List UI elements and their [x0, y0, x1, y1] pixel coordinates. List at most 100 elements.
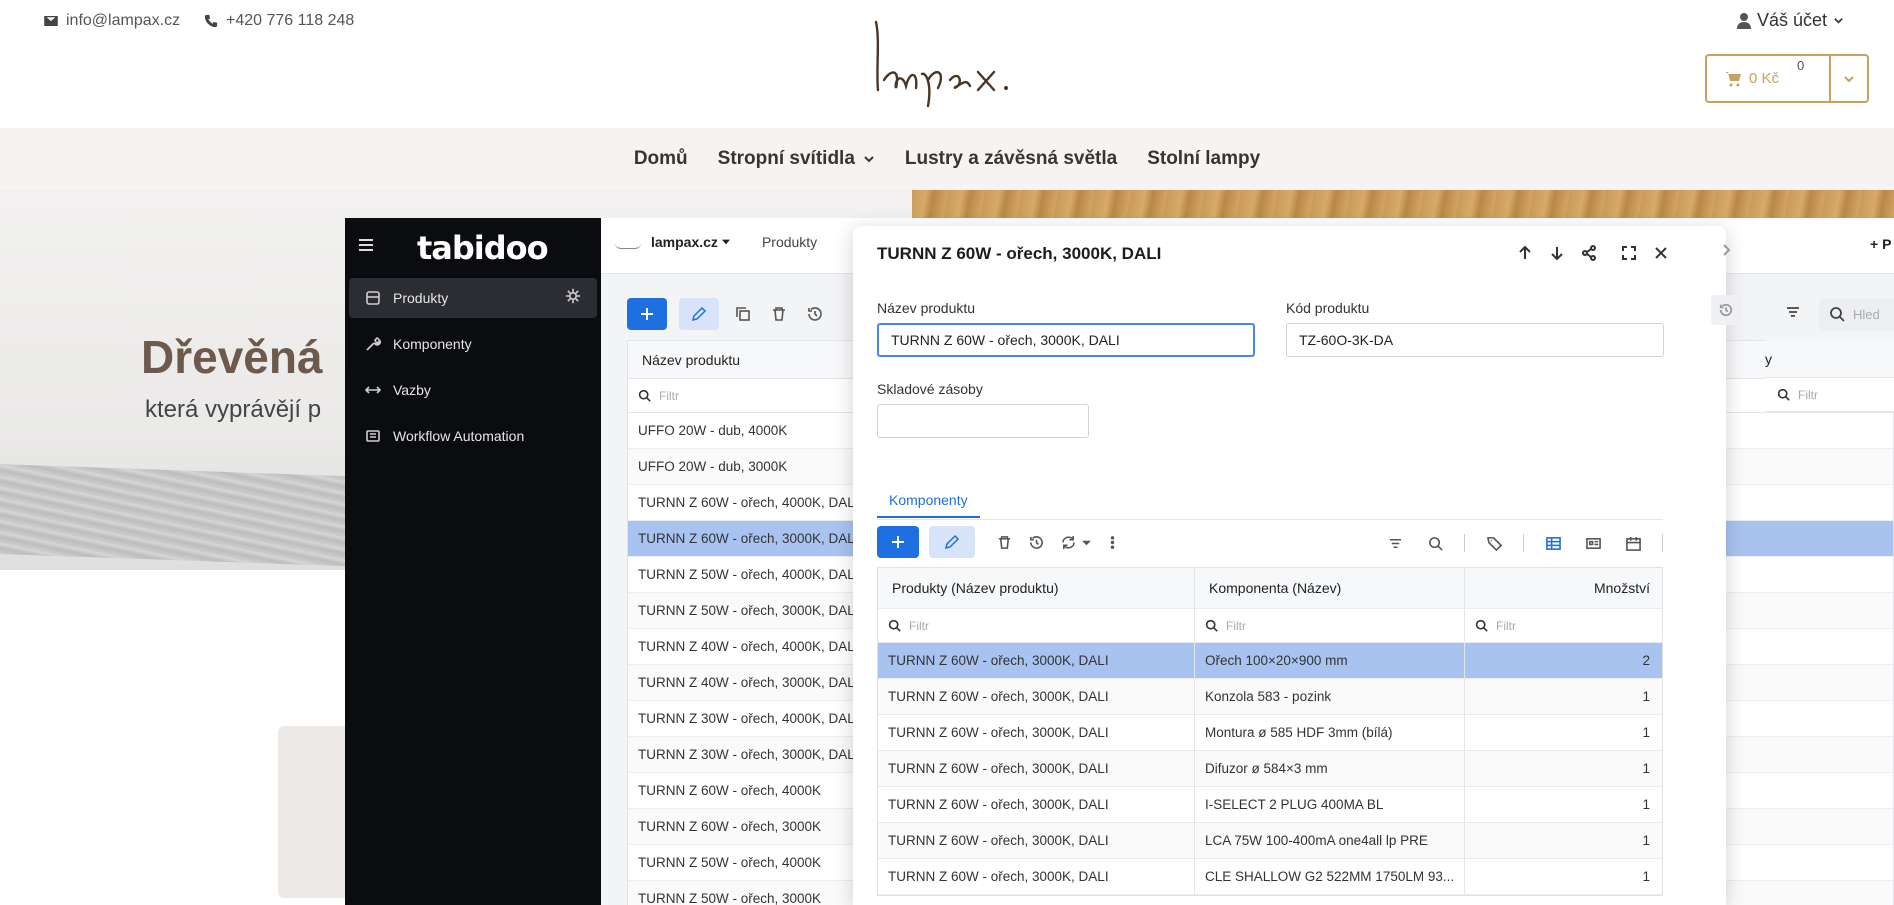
grid-row[interactable]: TURNN Z 60W - ořech, 3000K, DALI Konzola … [878, 679, 1662, 715]
chevron-right-icon [1723, 244, 1731, 256]
more-vertical-icon [1110, 535, 1114, 549]
close-icon [1655, 247, 1667, 259]
filter-button[interactable] [1384, 527, 1406, 559]
search-button[interactable] [1424, 527, 1446, 559]
grid-row[interactable]: TURNN Z 60W - ořech, 3000K, DALI Difuzor … [878, 751, 1662, 787]
app-sidebar: Produkty Komponenty Vazby Workflow Autom… [345, 274, 601, 905]
code-field[interactable]: TZ-60O-3K-DA [1286, 323, 1664, 357]
column-header[interactable]: y [1765, 340, 1894, 378]
add-button[interactable] [627, 298, 667, 330]
search-input[interactable]: Hled [1819, 298, 1894, 330]
cell-component: LCA 75W 100-400mA one4all lp PRE [1195, 823, 1465, 858]
divider [1523, 534, 1524, 552]
tags-button[interactable] [1483, 527, 1505, 559]
copy-icon [736, 307, 750, 321]
app-switcher[interactable]: lampax.cz [651, 234, 730, 250]
prev-record-button[interactable] [1516, 244, 1534, 262]
add-record-button[interactable]: + P [1870, 236, 1891, 252]
components-toolbar [877, 526, 1663, 560]
nav-item-table-lamps[interactable]: Stolní lampy [1147, 148, 1260, 170]
tab-komponenty[interactable]: Komponenty [877, 492, 980, 518]
search-icon [1205, 619, 1218, 632]
phone-icon [204, 14, 218, 28]
phone-contact[interactable]: +420 776 118 248 [204, 12, 354, 30]
cell-product: TURNN Z 60W - ořech, 3000K, DALI [878, 643, 1195, 678]
grid-row[interactable]: TURNN Z 60W - ořech, 3000K, DALI LCA 75W … [878, 823, 1662, 859]
nav-item-home[interactable]: Domů [634, 148, 688, 170]
delete-button[interactable] [767, 298, 791, 330]
arrow-down-icon [1551, 247, 1563, 261]
gear-icon[interactable] [565, 288, 581, 304]
expand-panel-button[interactable] [1720, 243, 1734, 257]
grid-body: TURNN Z 60W - ořech, 3000K, DALI Ořech 10… [878, 643, 1662, 895]
hero-subtitle: která vyprávějí p [145, 396, 322, 423]
history-component-button[interactable] [1025, 526, 1047, 558]
edit-button[interactable] [679, 298, 719, 330]
account-menu[interactable]: Váš účet [1737, 10, 1844, 31]
pencil-icon [691, 306, 707, 322]
refresh-dropdown[interactable] [1081, 526, 1091, 558]
edit-component-button[interactable] [929, 526, 975, 558]
search-placeholder: Hled [1853, 306, 1880, 322]
hamburger-icon[interactable] [359, 239, 373, 251]
cart-dropdown-toggle[interactable] [1829, 56, 1867, 101]
more-button[interactable] [1101, 526, 1123, 558]
share-button[interactable] [1580, 244, 1598, 262]
add-component-button[interactable] [877, 526, 919, 558]
name-field-label: Název produktu [877, 300, 976, 316]
filter-button[interactable] [1785, 304, 1801, 325]
column-filter[interactable]: Filtr [1195, 609, 1465, 642]
sidebar-item-vazby[interactable]: Vazby [349, 370, 597, 410]
grid-filter-row: Filtr Filtr Filtr [878, 609, 1662, 643]
card-view-button[interactable] [1582, 527, 1604, 559]
record-history-button[interactable] [1711, 295, 1741, 325]
grid-row[interactable]: TURNN Z 60W - ořech, 3000K, DALI Ořech 10… [878, 643, 1662, 679]
tag-icon [1486, 536, 1502, 551]
lampax-logo[interactable] [866, 10, 1026, 110]
tabidoo-logo[interactable]: tabidoo [417, 229, 549, 267]
sidebar-item-label: Komponenty [393, 336, 472, 352]
nav-item-chandeliers[interactable]: Lustry a závěsná světla [905, 148, 1117, 170]
divider [1464, 534, 1465, 552]
filter-icon [1787, 306, 1799, 317]
table-icon [1545, 536, 1561, 550]
workflow-icon [366, 430, 380, 442]
calendar-view-button[interactable] [1622, 527, 1644, 559]
modal-actions [1516, 244, 1670, 262]
email-contact[interactable]: info@lampax.cz [44, 12, 180, 30]
wrench-icon [366, 337, 381, 351]
table-view-button[interactable] [1542, 527, 1564, 559]
grid-row[interactable]: TURNN Z 60W - ořech, 3000K, DALI I-SELECT… [878, 787, 1662, 823]
history-button[interactable] [803, 298, 827, 330]
delete-component-button[interactable] [993, 526, 1015, 558]
next-record-button[interactable] [1548, 244, 1566, 262]
expand-icon [1622, 246, 1636, 260]
column-filter[interactable]: Filtr [1465, 609, 1662, 642]
stock-field[interactable] [877, 404, 1089, 438]
column-filter[interactable]: Filtr [878, 609, 1195, 642]
cell-quantity: 1 [1642, 797, 1650, 812]
sidebar-item-komponenty[interactable]: Komponenty [349, 324, 597, 364]
close-button[interactable] [1652, 244, 1670, 262]
name-field[interactable]: TURNN Z 60W - ořech, 3000K, DALI [877, 323, 1255, 357]
copy-button[interactable] [731, 298, 755, 330]
sidebar-item-produkty[interactable]: Produkty [349, 278, 597, 318]
breadcrumb-table[interactable]: Produkty [762, 234, 817, 250]
nav-item-ceiling-lights[interactable]: Stropní svítidla [718, 148, 875, 170]
cart-count-badge: 0 [1797, 58, 1805, 73]
search-icon [638, 389, 651, 402]
plus-icon [892, 536, 904, 548]
column-header[interactable]: Komponenta (Název) [1195, 568, 1465, 608]
column-header[interactable]: Produkty (Název produktu) [878, 568, 1195, 608]
column-filter[interactable]: Filtr [1765, 378, 1894, 412]
sidebar-item-workflow[interactable]: Workflow Automation [349, 416, 597, 456]
grid-row[interactable]: TURNN Z 60W - ořech, 3000K, DALI Montura … [878, 715, 1662, 751]
grid-row[interactable]: TURNN Z 60W - ořech, 3000K, DALI CLE SHAL… [878, 859, 1662, 895]
refresh-button[interactable] [1057, 526, 1079, 558]
fullscreen-button[interactable] [1620, 244, 1638, 262]
history-icon [808, 307, 822, 321]
filter-placeholder: Filtr [909, 618, 929, 633]
record-modal: TURNN Z 60W - ořech, 3000K, DALI Název p… [853, 226, 1726, 905]
column-header[interactable]: Množství [1465, 568, 1662, 608]
cart-button[interactable]: 0 Kč 0 [1707, 56, 1829, 101]
